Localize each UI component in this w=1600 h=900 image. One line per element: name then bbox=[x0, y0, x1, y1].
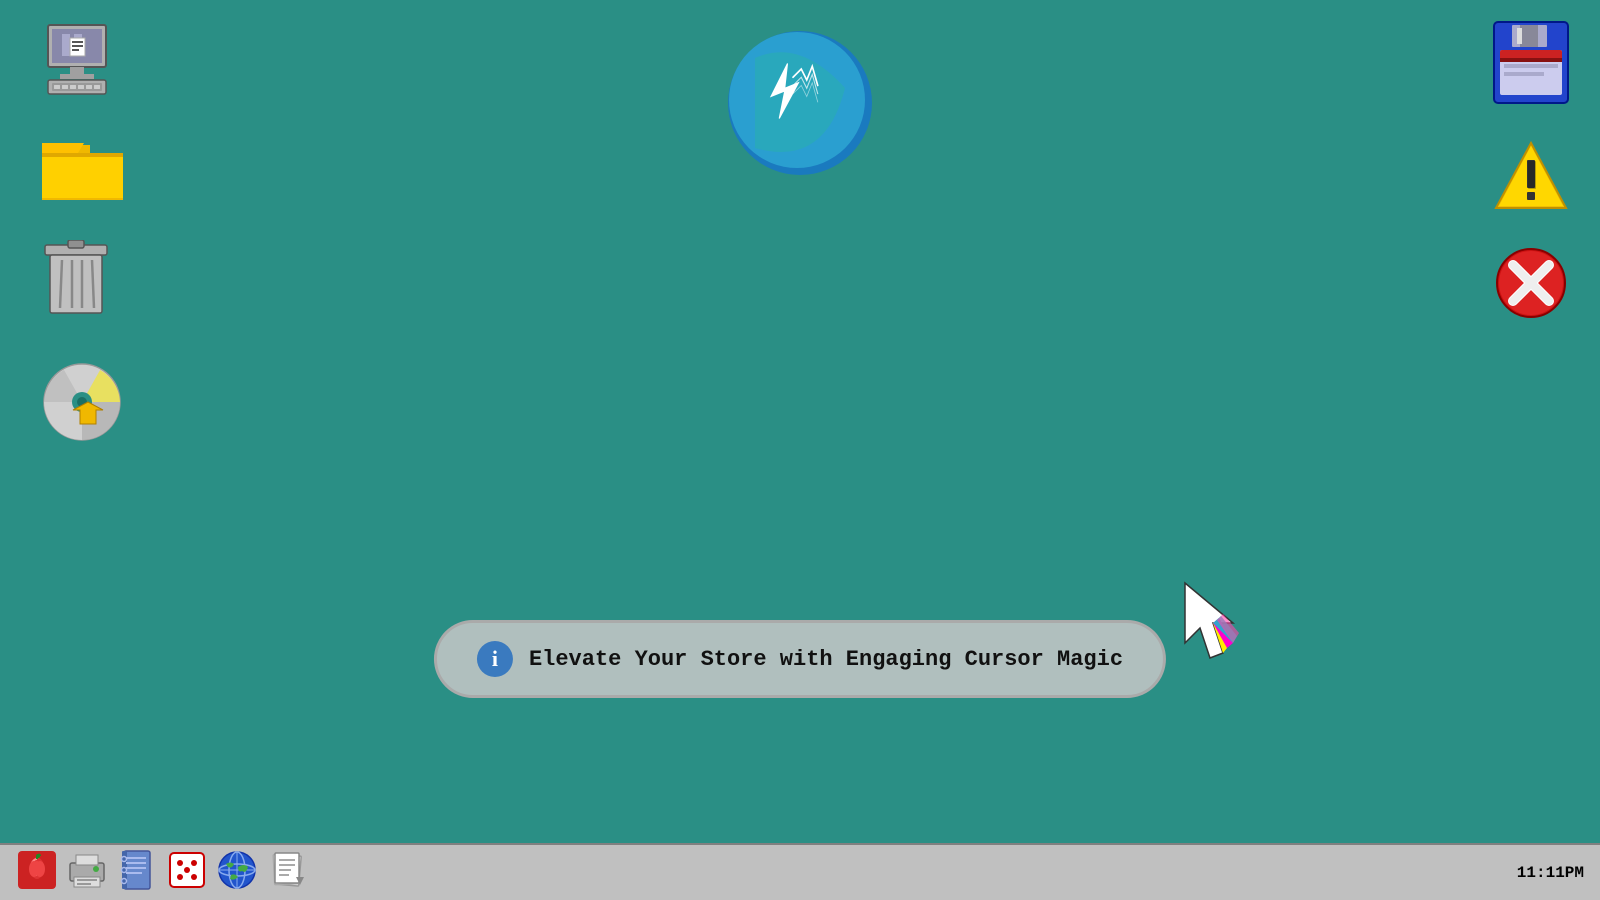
info-pill-text: Elevate Your Store with Engaging Cursor … bbox=[529, 647, 1123, 672]
taskbar-icons bbox=[16, 849, 1517, 896]
cursor-effect-icon bbox=[1175, 578, 1270, 678]
folder-icon[interactable] bbox=[40, 135, 125, 210]
taskbar-document-icon[interactable] bbox=[266, 849, 308, 896]
taskbar-clock: 11:11PM bbox=[1517, 864, 1584, 882]
info-pill[interactable]: i Elevate Your Store with Engaging Curso… bbox=[434, 620, 1166, 698]
left-sidebar-icons bbox=[40, 20, 125, 450]
computer-icon[interactable] bbox=[40, 20, 125, 105]
taskbar-printer-icon[interactable] bbox=[66, 849, 108, 896]
taskbar-apple-icon[interactable] bbox=[16, 849, 58, 896]
warning-icon[interactable] bbox=[1494, 140, 1569, 217]
trash-icon[interactable] bbox=[40, 240, 125, 330]
info-icon: i bbox=[477, 641, 513, 677]
main-area: Mega Animated Cursor Effects bbox=[0, 0, 1600, 843]
taskbar-globe-icon[interactable] bbox=[216, 849, 258, 896]
taskbar-dice-icon[interactable] bbox=[166, 849, 208, 896]
cd-icon[interactable] bbox=[40, 360, 125, 450]
floppy-disk-icon[interactable] bbox=[1492, 20, 1570, 110]
taskbar-notebook-icon[interactable] bbox=[116, 849, 158, 896]
app-logo bbox=[725, 28, 875, 178]
right-sidebar-icons bbox=[1492, 20, 1570, 324]
close-x-icon[interactable] bbox=[1495, 247, 1567, 324]
taskbar: 11:11PM bbox=[0, 843, 1600, 900]
